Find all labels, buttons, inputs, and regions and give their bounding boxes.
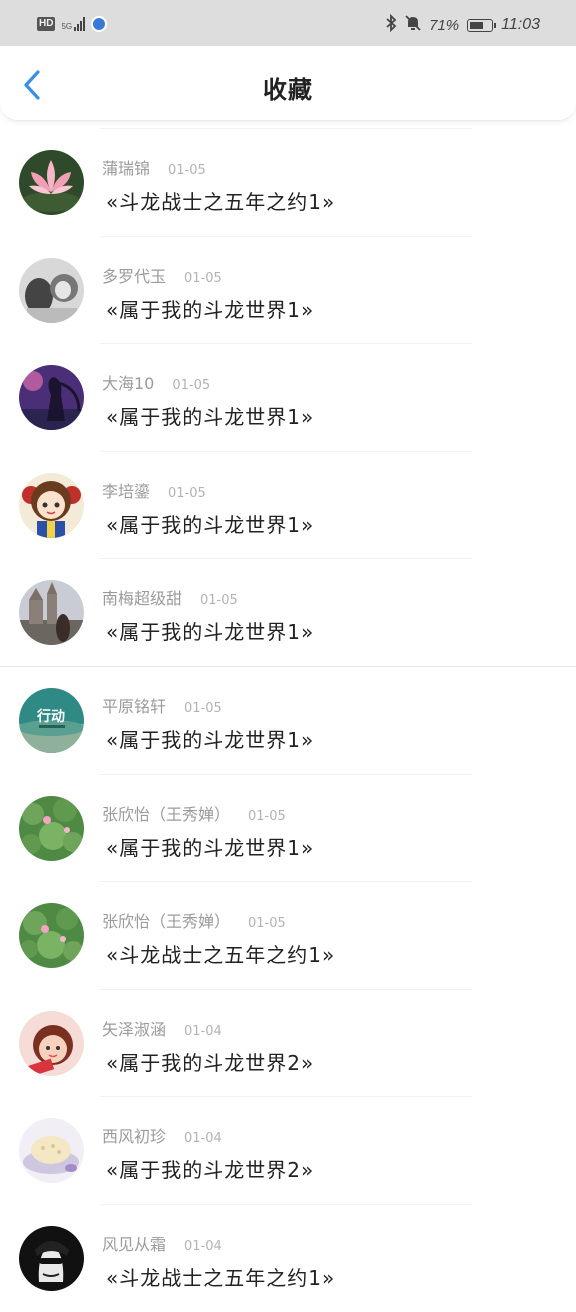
list-item[interactable]: 大海10 01-05 «属于我的斗龙世界1» [0, 343, 576, 451]
browser-globe-icon [91, 16, 108, 32]
signal-icon: 5G [61, 17, 86, 31]
status-left: HD 5G [37, 16, 108, 32]
list-item[interactable]: 行动 平原铭轩 01-05 «属于我的斗龙世界1» [0, 665, 576, 774]
divider [100, 988, 472, 990]
favorite-date: 01-05 [184, 700, 222, 716]
item-meta: 矢泽淑涵 01-04 [102, 1016, 222, 1040]
avatar[interactable]: 行动 [19, 687, 84, 753]
item-meta: 蒲瑞锦 01-05 [102, 155, 206, 179]
list-item[interactable]: 张欣怡（王秀婵） 01-05 «属于我的斗龙世界1» [0, 773, 576, 882]
divider [100, 450, 472, 452]
favorite-date: 01-04 [184, 1238, 222, 1254]
item-meta: 南梅超级甜 01-05 [102, 585, 238, 609]
user-name[interactable]: 风见从霜 [102, 1231, 166, 1255]
divider [0, 665, 576, 667]
avatar[interactable] [19, 1118, 84, 1184]
page-title: 收藏 [263, 76, 313, 104]
user-name[interactable]: 西风初珍 [102, 1123, 166, 1147]
divider [100, 128, 472, 129]
divider [100, 881, 472, 883]
network-label: 5G [61, 22, 73, 31]
item-meta: 大海10 01-05 [102, 370, 210, 394]
user-name[interactable]: 蒲瑞锦 [102, 155, 150, 179]
user-name[interactable]: 平原铭轩 [102, 693, 166, 717]
book-title[interactable]: «属于我的斗龙世界1» [106, 401, 314, 430]
divider [100, 235, 472, 237]
battery-percent: 71% [429, 16, 460, 34]
book-title[interactable]: «属于我的斗龙世界2» [106, 1154, 314, 1183]
status-bar: HD 5G 71% 11:03 [0, 0, 576, 46]
avatar-text: 行动 [36, 708, 65, 725]
book-title[interactable]: «属于我的斗龙世界1» [106, 832, 314, 861]
list-item[interactable]: 李培鎏 01-05 «属于我的斗龙世界1» [0, 450, 576, 559]
book-title[interactable]: «属于我的斗龙世界1» [106, 294, 314, 323]
divider [100, 558, 472, 560]
user-name[interactable]: 多罗代玉 [102, 263, 166, 287]
item-meta: 西风初珍 01-04 [102, 1123, 222, 1147]
avatar[interactable] [19, 1225, 84, 1291]
divider [100, 1203, 472, 1205]
user-name[interactable]: 张欣怡（王秀婵） [102, 908, 230, 932]
list-item[interactable]: 张欣怡（王秀婵） 01-05 «斗龙战士之五年之约1» [0, 881, 576, 989]
favorite-date: 01-04 [184, 1131, 222, 1147]
avatar[interactable] [19, 150, 84, 215]
item-meta: 多罗代玉 01-05 [102, 263, 222, 287]
favorites-list: 蒲瑞锦 01-05 «斗龙战士之五年之约1» 多罗代玉 01-05 «属于我的斗龙世界1»… [0, 128, 576, 1312]
book-title[interactable]: «斗龙战士之五年之约1» [106, 186, 335, 215]
user-name[interactable]: 南梅超级甜 [102, 585, 182, 609]
divider [100, 343, 472, 345]
battery-icon [467, 18, 497, 32]
avatar[interactable] [19, 580, 84, 646]
book-title[interactable]: «属于我的斗龙世界2» [106, 1047, 314, 1076]
item-meta: 李培鎏 01-05 [102, 478, 206, 502]
favorite-date: 01-05 [172, 378, 211, 394]
favorite-date: 01-05 [200, 593, 238, 609]
clock: 11:03 [501, 16, 540, 33]
user-name[interactable]: 李培鎏 [102, 478, 150, 502]
status-right: 71% 11:03 [385, 13, 540, 36]
list-item[interactable]: 西风初珍 01-04 «属于我的斗龙世界2» [0, 1096, 576, 1204]
book-title[interactable]: «属于我的斗龙世界1» [106, 616, 314, 645]
user-name[interactable]: 大海10 [102, 370, 154, 394]
divider [100, 773, 472, 775]
favorite-date: 01-05 [168, 163, 206, 178]
divider [100, 1096, 472, 1098]
avatar[interactable] [19, 257, 84, 323]
item-meta: 张欣怡（王秀婵） 01-05 [102, 908, 286, 932]
item-meta: 风见从霜 01-04 [102, 1231, 222, 1255]
list-item[interactable]: 矢泽淑涵 01-04 «属于我的斗龙世界2» [0, 988, 576, 1097]
favorite-date: 01-04 [184, 1023, 222, 1039]
avatar[interactable] [19, 795, 84, 861]
user-name[interactable]: 张欣怡（王秀婵） [102, 801, 230, 825]
favorite-date: 01-05 [248, 808, 286, 824]
avatar[interactable] [19, 1010, 84, 1076]
list-item[interactable]: 多罗代玉 01-05 «属于我的斗龙世界1» [0, 235, 576, 344]
user-name[interactable]: 矢泽淑涵 [102, 1016, 166, 1040]
avatar[interactable] [19, 472, 84, 538]
item-meta: 平原铭轩 01-05 [102, 693, 222, 717]
item-meta: 张欣怡（王秀婵） 01-05 [102, 801, 286, 825]
favorite-date: 01-05 [248, 916, 286, 932]
avatar[interactable] [19, 365, 84, 431]
book-title[interactable]: «属于我的斗龙世界1» [106, 724, 314, 753]
favorite-date: 01-05 [184, 270, 222, 286]
book-title[interactable]: «属于我的斗龙世界1» [106, 509, 314, 538]
app-header: 收藏 [0, 46, 576, 121]
book-title[interactable]: «斗龙战士之五年之约1» [106, 1262, 335, 1291]
book-title[interactable]: «斗龙战士之五年之约1» [106, 939, 335, 968]
bluetooth-icon [385, 13, 397, 36]
favorite-date: 01-05 [168, 485, 206, 501]
bell-muted-icon [405, 14, 421, 36]
list-item[interactable]: 风见从霜 01-04 «斗龙战士之五年之约1» [0, 1203, 576, 1312]
hd-badge: HD [37, 17, 56, 31]
list-item[interactable]: 蒲瑞锦 01-05 «斗龙战士之五年之约1» [0, 128, 576, 236]
list-item[interactable]: 南梅超级甜 01-05 «属于我的斗龙世界1» [0, 558, 576, 666]
avatar[interactable] [19, 903, 84, 969]
